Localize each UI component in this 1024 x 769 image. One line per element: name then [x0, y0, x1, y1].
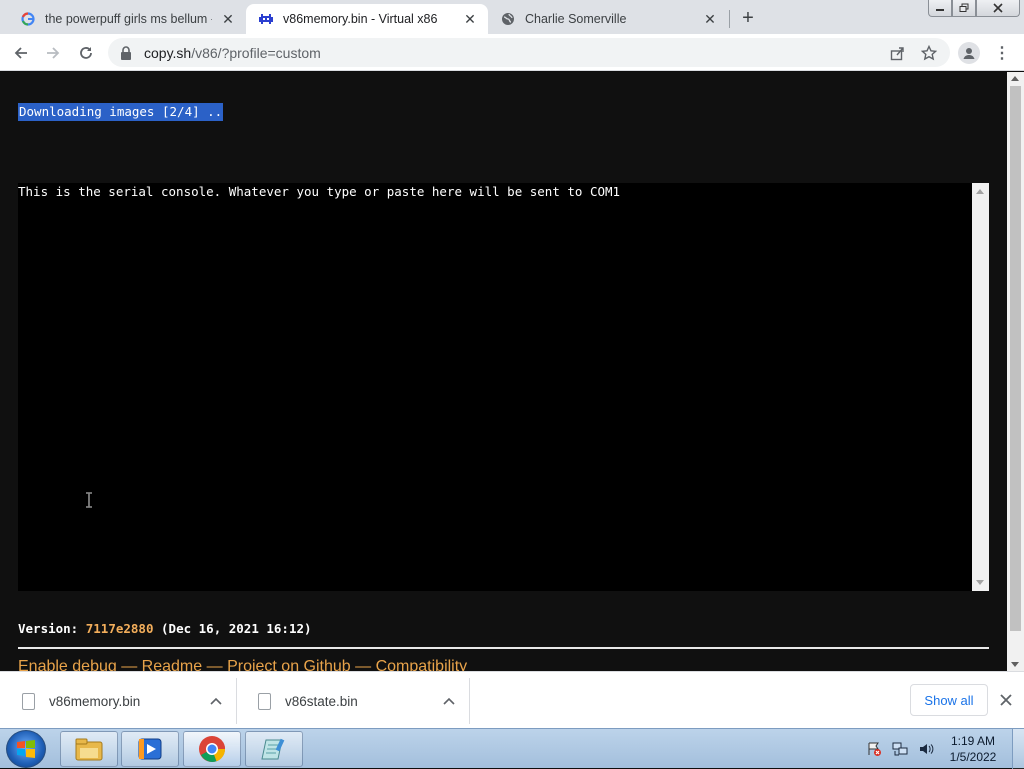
minimize-button[interactable] — [928, 0, 952, 17]
close-icon[interactable] — [996, 690, 1016, 710]
tab-separator — [729, 10, 730, 28]
show-all-button[interactable]: Show all — [910, 684, 988, 716]
version-hash-link[interactable]: 7117e2880 — [86, 621, 154, 636]
notepad-icon[interactable] — [245, 731, 303, 767]
download-filename: v86memory.bin — [49, 693, 141, 709]
close-icon[interactable]: ✕ — [218, 9, 238, 29]
download-item[interactable]: v86state.bin — [236, 678, 469, 724]
clock-time: 1:19 AM — [950, 734, 996, 748]
bookmark-star-icon[interactable] — [920, 44, 938, 62]
ibeam-cursor-icon — [86, 492, 92, 508]
download-status-text: Downloading images [2/4] .. — [18, 103, 224, 121]
link-separator: — — [121, 658, 142, 671]
version-label: Version: — [18, 621, 79, 636]
v86-invader-icon — [258, 11, 274, 27]
reload-button[interactable] — [73, 40, 99, 66]
serial-console-message: This is the serial console. Whatever you… — [18, 184, 621, 199]
scroll-down-arrow-icon[interactable] — [1011, 662, 1019, 667]
tab-title: Charlie Somerville — [525, 12, 627, 26]
lock-icon — [120, 45, 134, 60]
back-button[interactable] — [8, 40, 34, 66]
download-filename: v86state.bin — [285, 693, 358, 709]
serial-console[interactable]: This is the serial console. Whatever you… — [18, 183, 972, 591]
share-icon[interactable] — [888, 44, 906, 62]
file-icon — [258, 692, 271, 710]
tab-strip: the powerpuff girls ms bellum - ( ✕ v86m… — [0, 0, 1024, 34]
divider — [18, 647, 989, 649]
show-desktop-button[interactable] — [1012, 729, 1024, 769]
windows-taskbar: 1:19 AM 1/5/2022 — [0, 728, 1024, 769]
menu-kebab-icon[interactable]: ⋮ — [992, 42, 1012, 64]
footer-links: Enable debug — Readme — Project on Githu… — [18, 658, 467, 671]
link-enable-debug[interactable]: Enable debug — [18, 658, 117, 671]
network-icon[interactable] — [892, 741, 908, 757]
explorer-icon[interactable] — [60, 731, 118, 767]
chevron-up-icon[interactable] — [443, 694, 455, 708]
url-path: /v86/?profile=custom — [191, 44, 321, 61]
media-player-icon[interactable] — [121, 731, 179, 767]
url-text: copy.sh/v86/?profile=custom — [144, 45, 321, 61]
chrome-icon[interactable] — [183, 731, 241, 767]
page-content: Downloading images [2/4] .. This is the … — [0, 72, 1007, 671]
browser-toolbar: copy.sh/v86/?profile=custom ⋮ — [0, 34, 1024, 71]
serial-console-scrollbar[interactable] — [972, 183, 989, 591]
close-icon[interactable]: ✕ — [460, 9, 480, 29]
link-separator: — — [206, 658, 228, 671]
link-compatibility[interactable]: Compatibility — [376, 658, 468, 671]
file-icon — [22, 692, 35, 710]
scroll-up-arrow-icon[interactable] — [1011, 76, 1019, 81]
close-window-button[interactable] — [976, 0, 1020, 17]
download-item[interactable]: v86memory.bin — [0, 678, 236, 724]
globe-icon — [500, 11, 516, 27]
new-tab-button[interactable]: + — [737, 7, 759, 29]
download-shelf: v86memory.bin v86state.bin Show all — [0, 671, 1024, 728]
page-scrollbar[interactable] — [1007, 72, 1024, 671]
version-line: Version: 7117e2880 (Dec 16, 2021 16:12) — [18, 621, 312, 636]
url-host: copy.sh — [144, 44, 192, 61]
version-date: (Dec 16, 2021 16:12) — [161, 621, 312, 636]
profile-avatar-icon[interactable] — [958, 42, 980, 64]
tab-charlie[interactable]: Charlie Somerville ✕ — [488, 4, 728, 34]
link-github[interactable]: Project on Github — [227, 658, 351, 671]
scrollbar-thumb[interactable] — [1010, 86, 1021, 631]
start-button-windows-logo-icon[interactable] — [6, 730, 46, 768]
link-separator: — — [355, 658, 376, 671]
download-separator — [469, 678, 470, 724]
close-icon[interactable]: ✕ — [700, 9, 720, 29]
chevron-up-icon[interactable] — [210, 694, 222, 708]
tab-title: v86memory.bin - Virtual x86 — [283, 12, 438, 26]
scroll-up-arrow-icon[interactable] — [976, 189, 984, 194]
clock-date: 1/5/2022 — [949, 750, 997, 764]
link-readme[interactable]: Readme — [142, 658, 202, 671]
system-clock[interactable]: 1:19 AM 1/5/2022 — [940, 733, 1006, 765]
google-g-icon — [20, 11, 36, 27]
address-bar[interactable]: copy.sh/v86/?profile=custom — [108, 38, 950, 67]
window-controls — [928, 0, 1020, 18]
tab-powerpuff[interactable]: the powerpuff girls ms bellum - ( ✕ — [8, 4, 246, 34]
scroll-down-arrow-icon[interactable] — [976, 580, 984, 585]
action-center-flag-icon[interactable] — [866, 741, 882, 757]
tab-title: the powerpuff girls ms bellum - ( — [45, 12, 212, 26]
system-tray — [866, 741, 934, 757]
forward-button[interactable] — [40, 40, 66, 66]
restore-button[interactable] — [952, 0, 976, 17]
tab-v86memory[interactable]: v86memory.bin - Virtual x86 ✕ — [246, 4, 488, 34]
volume-icon[interactable] — [918, 741, 934, 757]
